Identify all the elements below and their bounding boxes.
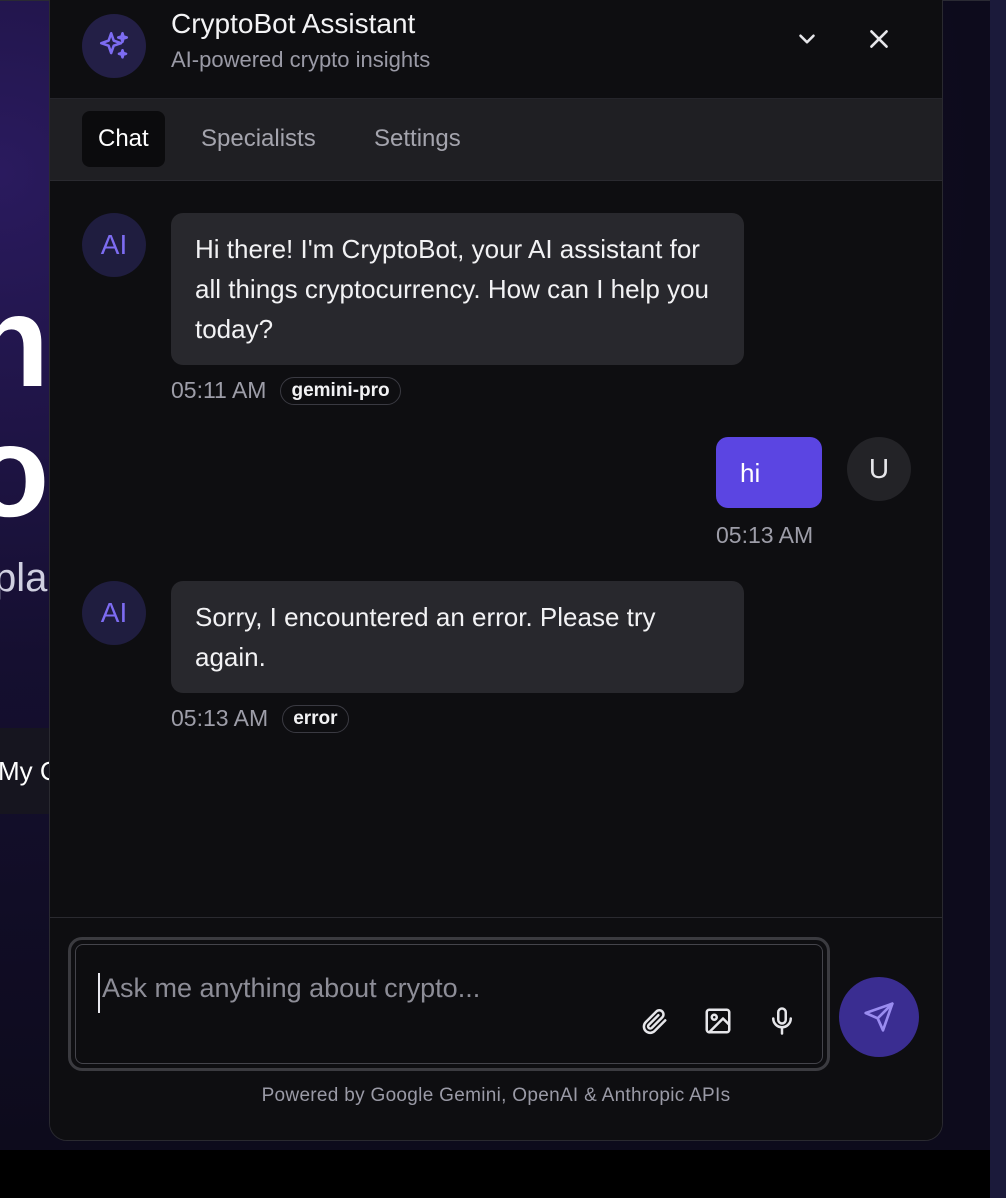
message-list: AI Hi there! I'm CryptoBot, your AI assi… (50, 181, 942, 917)
message-meta: 05:13 AM error (171, 705, 349, 733)
message-meta: 05:11 AM gemini-pro (171, 377, 401, 405)
error-badge: error (282, 705, 349, 733)
message-timestamp: 05:11 AM (171, 377, 267, 403)
chat-title: CryptoBot Assistant (171, 8, 416, 39)
user-message-bubble: hi (716, 437, 822, 508)
powered-by-text: Powered by Google Gemini, OpenAI & Anthr… (261, 1085, 731, 1106)
message-input-container (75, 944, 823, 1064)
message-timestamp: 05:13 AM (716, 522, 814, 548)
ai-avatar: AI (82, 581, 146, 645)
close-icon[interactable] (859, 19, 899, 59)
message-timestamp: 05:13 AM (171, 705, 269, 731)
ai-avatar: AI (82, 213, 146, 277)
tab-bar: Chat Specialists Settings (50, 99, 942, 181)
tab-settings[interactable]: Settings (358, 111, 477, 167)
user-avatar: U (847, 437, 911, 501)
microphone-icon[interactable] (762, 1001, 802, 1041)
background-footer (0, 1150, 990, 1198)
hero-subtitle: pla (0, 556, 48, 600)
message-input[interactable] (98, 973, 618, 1013)
image-icon[interactable] (698, 1001, 738, 1041)
tab-specialists[interactable]: Specialists (185, 111, 332, 167)
tab-chat[interactable]: Chat (82, 111, 165, 167)
composer: Powered by Google Gemini, OpenAI & Anthr… (50, 917, 942, 1140)
ai-message-bubble: Hi there! I'm CryptoBot, your AI assista… (171, 213, 744, 365)
message-input-frame (68, 937, 830, 1071)
sparkles-icon (82, 14, 146, 78)
model-badge: gemini-pro (280, 377, 401, 405)
send-button[interactable] (839, 977, 919, 1057)
send-icon (863, 1001, 895, 1033)
hero-line-1: n (0, 268, 49, 414)
chevron-down-icon[interactable] (787, 19, 827, 59)
chat-header: CryptoBot Assistant AI-powered crypto in… (50, 0, 942, 99)
paperclip-icon[interactable] (634, 1001, 674, 1041)
chat-widget: CryptoBot Assistant AI-powered crypto in… (49, 0, 943, 1141)
ai-message-bubble: Sorry, I encountered an error. Please tr… (171, 581, 744, 693)
background-edge (990, 0, 1006, 1198)
chat-subtitle: AI-powered crypto insights (171, 47, 431, 72)
